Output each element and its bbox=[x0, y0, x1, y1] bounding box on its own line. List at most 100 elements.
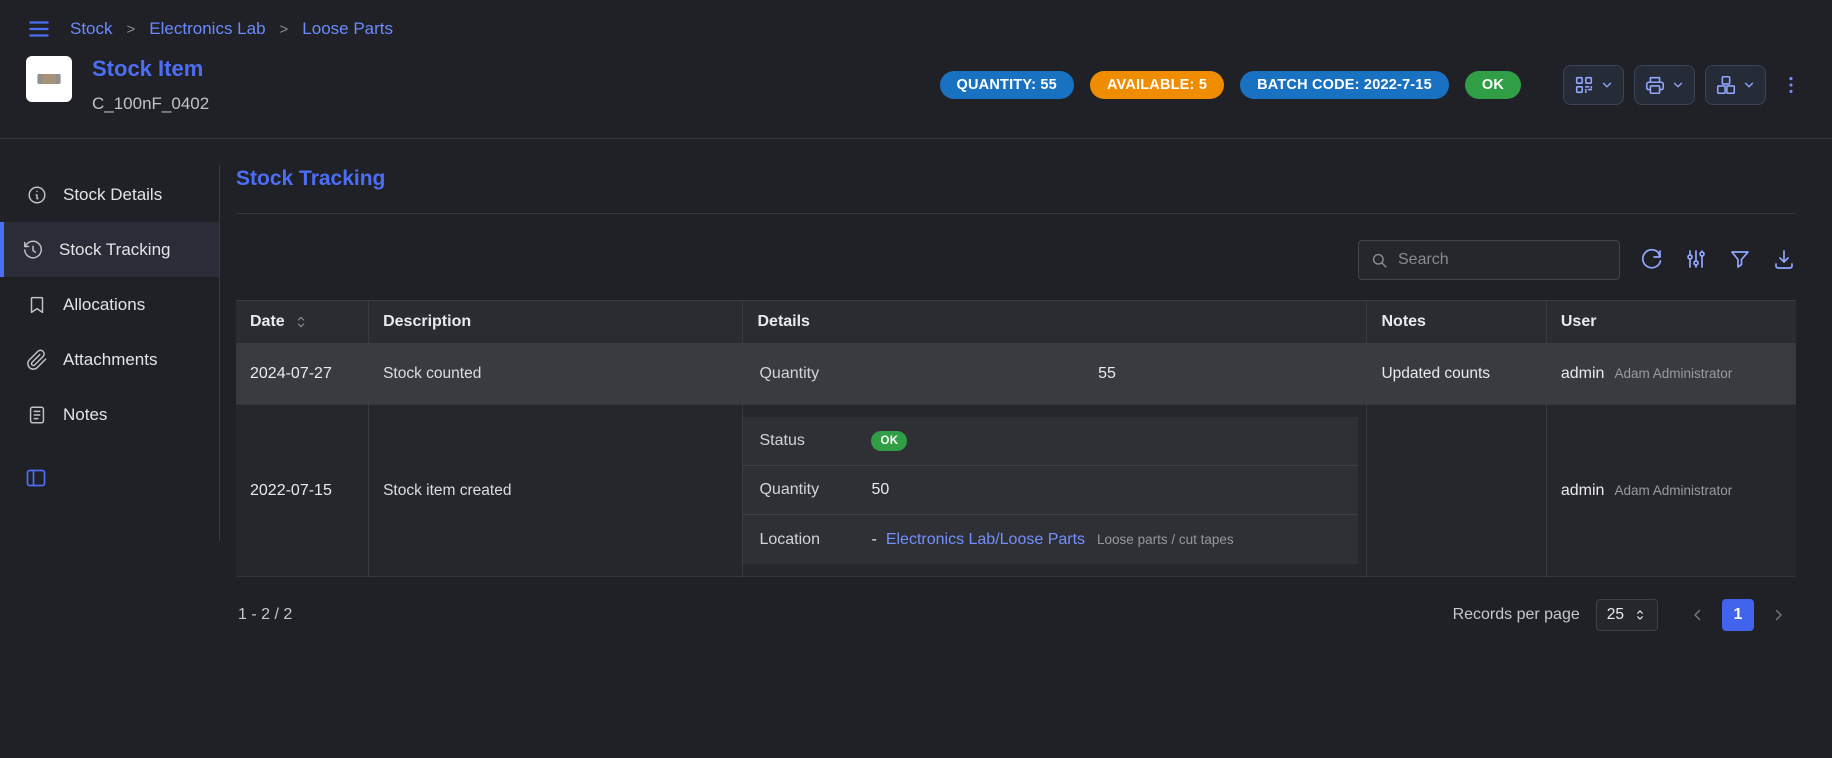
filter-icon bbox=[1728, 247, 1752, 271]
panel-title: Stock Tracking bbox=[236, 167, 1796, 191]
breadcrumb-separator: > bbox=[280, 21, 289, 38]
stock-item-thumbnail[interactable] bbox=[26, 56, 72, 102]
sidebar-item-allocations[interactable]: Allocations bbox=[0, 277, 219, 332]
sidebar-item-label: Attachments bbox=[63, 350, 158, 370]
sidebar-collapse-button[interactable] bbox=[24, 466, 48, 493]
table-row: 2024-07-27 Stock counted Quantity 55 Upd… bbox=[236, 344, 1796, 405]
status-ok-badge: OK bbox=[1465, 71, 1521, 99]
table-row: 2022-07-15 Stock item created Status OK … bbox=[236, 405, 1796, 577]
info-circle-icon bbox=[26, 184, 48, 206]
description-cell: Stock item created bbox=[369, 405, 743, 577]
detail-table: Status OK Quantity 50 Location - bbox=[743, 417, 1358, 564]
available-badge: AVAILABLE: 5 bbox=[1090, 71, 1224, 99]
detail-row-location: Location - Electronics Lab/Loose Parts L… bbox=[743, 515, 1358, 564]
notes-cell bbox=[1367, 405, 1546, 577]
location-link[interactable]: Electronics Lab/Loose Parts bbox=[886, 531, 1085, 549]
prev-page-button[interactable] bbox=[1682, 599, 1714, 631]
topbar: Stock > Electronics Lab > Loose Parts bbox=[0, 0, 1832, 48]
column-header-description: Description bbox=[369, 301, 743, 344]
sidebar-item-attachments[interactable]: Attachments bbox=[0, 332, 219, 387]
detail-row-quantity: Quantity 50 bbox=[743, 466, 1358, 515]
stock-operations-icon bbox=[1715, 74, 1737, 96]
bookmark-icon bbox=[26, 294, 48, 316]
download-button[interactable] bbox=[1772, 247, 1796, 274]
record-range: 1 - 2 / 2 bbox=[238, 606, 292, 624]
details-cell: Status OK Quantity 50 Location - bbox=[743, 405, 1367, 577]
column-header-date[interactable]: Date bbox=[236, 301, 369, 344]
history-icon bbox=[22, 239, 44, 261]
panel-divider bbox=[236, 213, 1796, 214]
quantity-badge: QUANTITY: 55 bbox=[940, 71, 1074, 99]
user-cell: adminAdam Administrator bbox=[1546, 405, 1796, 577]
sidebar-item-notes[interactable]: Notes bbox=[0, 387, 219, 442]
breadcrumb-electronics-lab[interactable]: Electronics Lab bbox=[149, 19, 265, 39]
table-header-row: Date Description Details Notes User bbox=[236, 301, 1796, 344]
selector-icon bbox=[1633, 608, 1647, 622]
print-actions-button[interactable] bbox=[1634, 65, 1695, 105]
content-layout: Stock Details Stock Tracking Allocations… bbox=[0, 139, 1832, 631]
sort-icon bbox=[293, 314, 309, 330]
detail-row-status: Status OK bbox=[743, 417, 1358, 466]
column-header-details: Details bbox=[743, 301, 1367, 344]
stock-operations-button[interactable] bbox=[1705, 65, 1766, 105]
hamburger-menu-icon[interactable] bbox=[26, 16, 52, 42]
detail-row-quantity: Quantity 55 bbox=[743, 344, 1358, 404]
details-cell: Quantity 55 bbox=[743, 344, 1367, 405]
status-badges: QUANTITY: 55 AVAILABLE: 5 BATCH CODE: 20… bbox=[940, 71, 1521, 99]
header-actions bbox=[1563, 65, 1806, 105]
refresh-button[interactable] bbox=[1640, 247, 1664, 274]
table-settings-button[interactable] bbox=[1684, 247, 1708, 274]
paperclip-icon bbox=[26, 349, 48, 371]
pagination: 1 bbox=[1682, 599, 1794, 631]
column-header-user: User bbox=[1546, 301, 1796, 344]
table-footer: 1 - 2 / 2 Records per page 25 bbox=[236, 577, 1796, 631]
sidebar-item-stock-details[interactable]: Stock Details bbox=[0, 167, 219, 222]
sidebar: Stock Details Stock Tracking Allocations… bbox=[0, 165, 220, 541]
chevron-right-icon bbox=[1769, 606, 1787, 624]
breadcrumb-stock[interactable]: Stock bbox=[70, 19, 113, 39]
next-page-button[interactable] bbox=[1762, 599, 1794, 631]
stock-tracking-panel: Stock Tracking bbox=[220, 165, 1832, 631]
part-name: C_100nF_0402 bbox=[92, 94, 209, 114]
sidebar-item-label: Allocations bbox=[63, 295, 145, 315]
sidebar-item-stock-tracking[interactable]: Stock Tracking bbox=[0, 222, 219, 277]
breadcrumb-separator: > bbox=[127, 21, 136, 38]
table-toolbar bbox=[236, 240, 1796, 280]
sidebar-item-label: Stock Tracking bbox=[59, 240, 171, 260]
menu-dots-icon bbox=[1780, 74, 1802, 96]
stock-tracking-table: Date Description Details Notes User bbox=[236, 300, 1796, 577]
chevron-left-icon bbox=[1689, 606, 1707, 624]
page-size-select[interactable]: 25 bbox=[1596, 599, 1658, 631]
user-cell: adminAdam Administrator bbox=[1546, 344, 1796, 405]
stock-item-page: Stock > Electronics Lab > Loose Parts St… bbox=[0, 0, 1832, 758]
refresh-icon bbox=[1640, 247, 1664, 271]
footer-controls: Records per page 25 1 bbox=[1453, 599, 1794, 631]
date-cell: 2024-07-27 bbox=[236, 344, 369, 405]
notes-icon bbox=[26, 404, 48, 426]
breadcrumb-loose-parts[interactable]: Loose Parts bbox=[302, 19, 393, 39]
breadcrumb: Stock > Electronics Lab > Loose Parts bbox=[70, 19, 393, 39]
records-per-page-label: Records per page bbox=[1453, 606, 1580, 624]
barcode-icon bbox=[1573, 74, 1595, 96]
printer-icon bbox=[1644, 74, 1666, 96]
more-options-button[interactable] bbox=[1776, 65, 1806, 105]
filter-button[interactable] bbox=[1728, 247, 1752, 274]
chevron-down-icon bbox=[1600, 78, 1614, 92]
batch-code-badge: BATCH CODE: 2022-7-15 bbox=[1240, 71, 1449, 99]
sidebar-item-label: Notes bbox=[63, 405, 107, 425]
date-cell: 2022-07-15 bbox=[236, 405, 369, 577]
sidebar-item-label: Stock Details bbox=[63, 185, 162, 205]
column-header-notes: Notes bbox=[1367, 301, 1546, 344]
search-input[interactable] bbox=[1398, 251, 1608, 269]
chevron-down-icon bbox=[1742, 78, 1756, 92]
page-title: Stock Item bbox=[92, 56, 209, 82]
page-1-button[interactable]: 1 bbox=[1722, 599, 1754, 631]
description-cell: Stock counted bbox=[369, 344, 743, 405]
search-box bbox=[1358, 240, 1620, 280]
page-header: Stock Item C_100nF_0402 QUANTITY: 55 AVA… bbox=[0, 48, 1832, 139]
capacitor-image bbox=[30, 60, 68, 98]
barcode-actions-button[interactable] bbox=[1563, 65, 1624, 105]
notes-cell: Updated counts bbox=[1367, 344, 1546, 405]
adjustments-icon bbox=[1684, 247, 1708, 271]
title-block: Stock Item C_100nF_0402 bbox=[92, 56, 209, 114]
